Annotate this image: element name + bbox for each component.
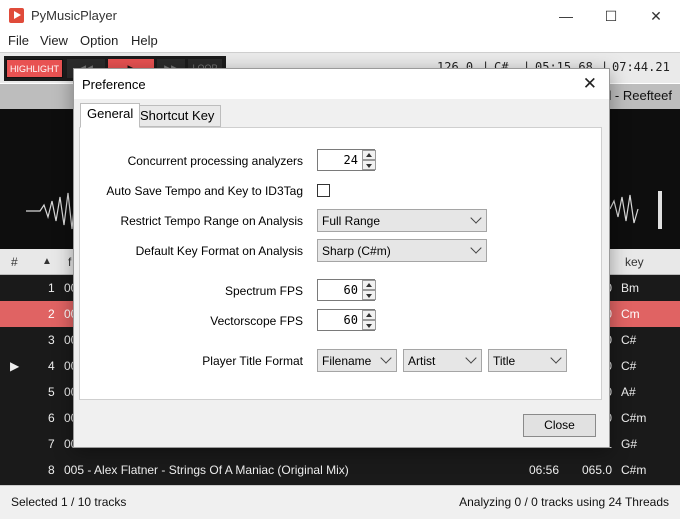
spinbox-arrows <box>362 280 376 300</box>
spin-down-icon[interactable] <box>362 160 376 170</box>
title-format-select-2[interactable]: Artist <box>403 349 482 372</box>
select-value: Sharp (C#m) <box>322 244 391 258</box>
menu-help[interactable]: Help <box>131 33 158 48</box>
restrict-tempo-label: Restrict Tempo Range on Analysis <box>120 214 303 228</box>
row-key: C#m <box>621 411 647 425</box>
select-value: Artist <box>408 354 436 368</box>
menu-option[interactable]: Option <box>80 33 118 48</box>
player-title-format-label: Player Title Format <box>202 354 303 368</box>
status-bar: Selected 1 / 10 tracks Analyzing 0 / 0 t… <box>0 485 680 519</box>
minimize-button[interactable]: — <box>543 4 589 28</box>
auto-save-checkbox[interactable] <box>317 184 330 197</box>
chevron-down-icon <box>465 352 477 364</box>
spinbox-value: 24 <box>343 153 358 167</box>
dialog-title-bar: Preference ✕ <box>74 69 609 99</box>
row-number: 7 <box>48 437 55 451</box>
key-format-label: Default Key Format on Analysis <box>135 244 303 258</box>
vectorscope-fps-spinbox[interactable]: 60 <box>317 309 376 331</box>
now-playing-title: d - Reefteef <box>604 88 672 103</box>
column-number[interactable]: # <box>11 255 18 269</box>
row-number: 3 <box>48 333 55 347</box>
analysis-status: Analyzing 0 / 0 tracks using 24 Threads <box>459 495 669 509</box>
row-key: G# <box>621 437 638 451</box>
menu-file[interactable]: File <box>8 33 29 48</box>
highlight-button[interactable]: HIGHLIGHT <box>6 59 63 78</box>
menu-view[interactable]: View <box>40 33 68 48</box>
row-file: 005 - Alex Flatner - Strings Of A Maniac… <box>64 463 349 477</box>
window-title: PyMusicPlayer <box>31 8 117 23</box>
row-number: 6 <box>48 411 55 425</box>
selection-status: Selected 1 / 10 tracks <box>11 495 127 509</box>
spin-down-icon[interactable] <box>362 290 376 300</box>
auto-save-label: Auto Save Tempo and Key to ID3Tag <box>106 184 303 198</box>
row-key: C# <box>621 333 637 347</box>
select-value: Full Range <box>322 214 381 228</box>
menu-bar: File View Option Help <box>0 31 680 51</box>
vectorscope-fps-label: Vectorscope FPS <box>210 314 303 328</box>
spin-up-icon[interactable] <box>362 150 376 160</box>
concurrent-analyzers-spinbox[interactable]: 24 <box>317 149 376 171</box>
spectrum-fps-label: Spectrum FPS <box>224 284 303 298</box>
sort-ascending-icon[interactable]: ▲ <box>42 256 52 267</box>
dialog-title: Preference <box>82 77 146 92</box>
row-number: 1 <box>48 281 55 295</box>
concurrent-analyzers-label: Concurrent processing analyzers <box>127 154 303 168</box>
column-key[interactable]: key <box>625 255 644 269</box>
tab-general[interactable]: General <box>80 103 141 128</box>
row-number: 5 <box>48 385 55 399</box>
key-format-select[interactable]: Sharp (C#m) <box>317 239 487 262</box>
row-key: A# <box>621 385 636 399</box>
window-close-button[interactable]: ✕ <box>633 4 679 28</box>
row-number: 4 <box>48 359 55 373</box>
general-tab-panel: Concurrent processing analyzers 24 Auto … <box>79 127 602 400</box>
tab-shortcut-key[interactable]: Shortcut Key <box>133 105 222 127</box>
spinbox-arrows <box>362 150 376 170</box>
spin-up-icon[interactable] <box>362 310 376 320</box>
chevron-down-icon <box>470 212 482 224</box>
app-icon <box>9 8 24 23</box>
play-indicator-icon: ▶ <box>10 359 20 373</box>
row-number: 8 <box>48 463 55 477</box>
select-value: Filename <box>322 354 372 368</box>
select-value: Title <box>493 354 516 368</box>
preference-dialog: Preference ✕ General Shortcut Key Concur… <box>73 68 610 448</box>
row-key: C# <box>621 359 637 373</box>
title-bar: PyMusicPlayer — ☐ ✕ <box>0 0 680 31</box>
row-tempo: 065.0 <box>581 463 612 477</box>
close-button[interactable]: Close <box>523 414 596 437</box>
row-key: Bm <box>621 281 639 295</box>
duration-readout: 07:44.21 <box>612 60 670 74</box>
chevron-down-icon <box>470 242 482 254</box>
row-time: 06:56 <box>529 463 560 477</box>
spinbox-value: 60 <box>343 283 358 297</box>
title-format-select-1[interactable]: Filename <box>317 349 397 372</box>
title-format-select-3[interactable]: Title <box>488 349 567 372</box>
row-key: Cm <box>621 307 640 321</box>
table-row[interactable]: 8 005 - Alex Flatner - Strings Of A Mania… <box>0 457 680 483</box>
close-icon[interactable]: ✕ <box>583 74 597 94</box>
row-number: 2 <box>48 307 55 321</box>
maximize-button[interactable]: ☐ <box>588 4 634 28</box>
row-key: C#m <box>621 463 647 477</box>
spinbox-value: 60 <box>343 313 358 327</box>
spinbox-arrows <box>362 310 376 330</box>
spin-down-icon[interactable] <box>362 320 376 330</box>
spin-up-icon[interactable] <box>362 280 376 290</box>
restrict-tempo-select[interactable]: Full Range <box>317 209 487 232</box>
spectrum-fps-spinbox[interactable]: 60 <box>317 279 376 301</box>
chevron-down-icon <box>550 352 562 364</box>
chevron-down-icon <box>380 352 392 364</box>
